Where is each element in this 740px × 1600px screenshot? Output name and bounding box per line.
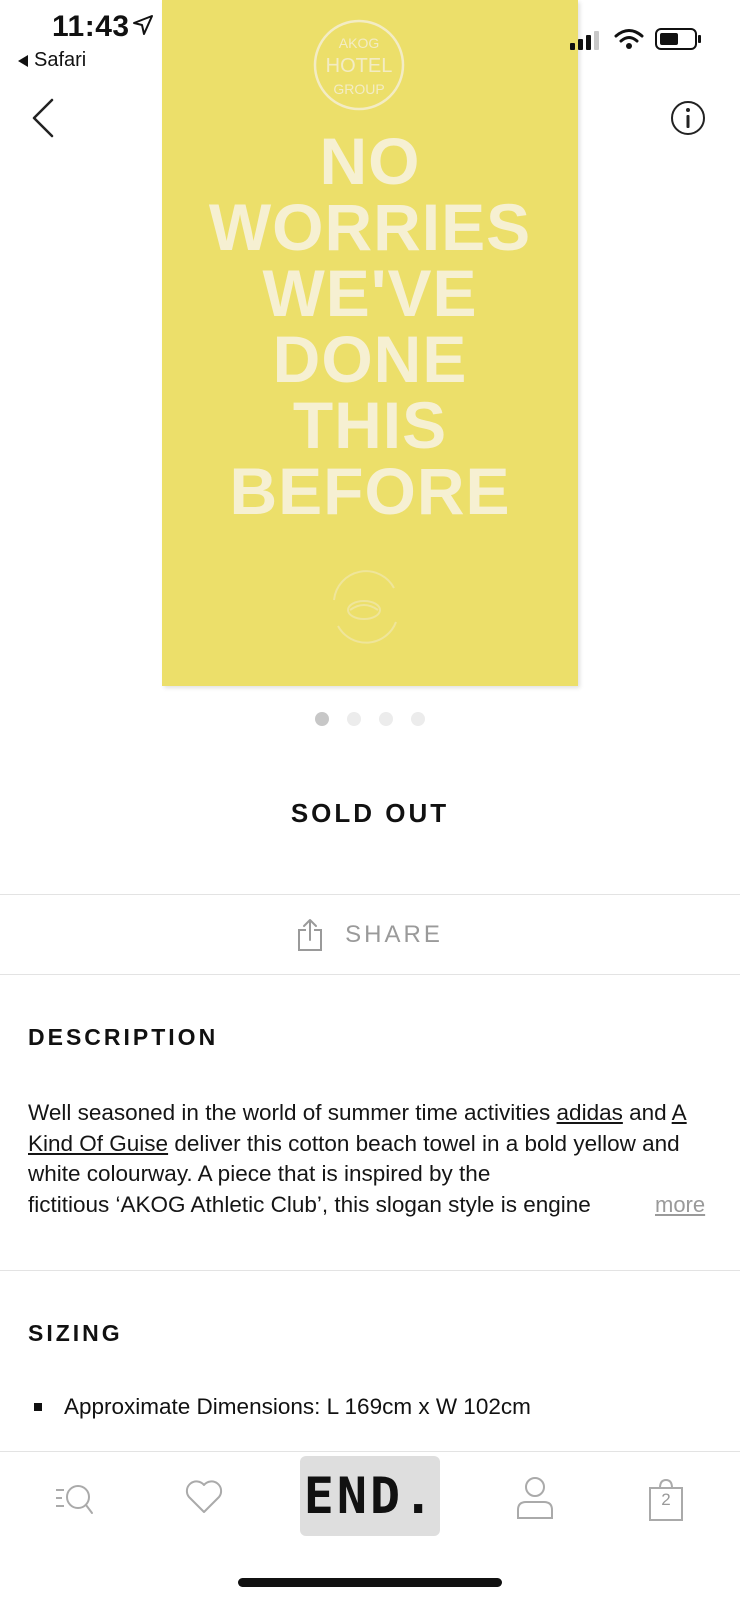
cellular-signal-icon: [570, 31, 599, 50]
sizing-list-item: Approximate Dimensions: L 169cm x W 102c…: [34, 1394, 531, 1420]
brand-link-adidas[interactable]: adidas: [557, 1100, 623, 1125]
description-text-part: Well seasoned in the world of summer tim…: [28, 1100, 557, 1125]
back-triangle-icon: [18, 54, 28, 67]
wifi-icon: [614, 29, 644, 49]
tab-bar: END. 2: [0, 1452, 740, 1546]
divider: [0, 1270, 740, 1271]
slogan-line: NO: [319, 124, 421, 198]
carousel-dots[interactable]: [0, 712, 740, 726]
slogan-line: BEFORE: [229, 454, 511, 528]
slogan-line: WE'VE: [262, 256, 478, 330]
bag-button[interactable]: 2: [648, 1478, 684, 1522]
battery-icon: [655, 28, 701, 50]
share-label: SHARE: [345, 921, 443, 948]
product-image[interactable]: AKOG HOTEL GROUP NO WORRIES WE'VE DONE T…: [162, 0, 578, 686]
svg-text:GROUP: GROUP: [333, 81, 384, 97]
bag-count-badge: 2: [661, 1490, 671, 1509]
slogan-line: THIS: [292, 388, 448, 462]
carousel-dot[interactable]: [347, 712, 361, 726]
end-home-button[interactable]: END.: [300, 1456, 440, 1536]
share-button[interactable]: SHARE: [0, 896, 740, 974]
brand-label: END.: [303, 1467, 437, 1525]
slogan-line: WORRIES: [208, 190, 532, 264]
carousel-dot-active[interactable]: [315, 712, 329, 726]
heart-icon[interactable]: [184, 1478, 224, 1516]
status-time: 11:43: [52, 10, 130, 43]
bullet: [34, 1403, 42, 1411]
description-text-part: fictitious ‘AKOG Athletic Club’, this sl…: [28, 1191, 591, 1217]
back-to-app[interactable]: Safari: [18, 49, 86, 72]
sizing-text: Approximate Dimensions: L 169cm x W 102c…: [64, 1394, 531, 1419]
more-link[interactable]: more: [655, 1192, 705, 1218]
slogan-line: DONE: [272, 322, 468, 396]
description-heading: DESCRIPTION: [28, 1024, 219, 1050]
sold-out-label: SOLD OUT: [290, 798, 450, 828]
back-chevron-icon[interactable]: [28, 96, 58, 140]
carousel-dot[interactable]: [379, 712, 393, 726]
divider: [0, 974, 740, 975]
location-arrow-icon: [133, 15, 153, 35]
towel-slogan: NO WORRIES WE'VE DONE THIS BEFORE: [162, 128, 578, 524]
description-text: Well seasoned in the world of summer tim…: [28, 1098, 714, 1220]
account-icon[interactable]: [516, 1476, 554, 1520]
divider: [0, 894, 740, 895]
back-app-label: Safari: [34, 49, 87, 71]
info-icon[interactable]: [670, 100, 706, 136]
carousel-dot[interactable]: [411, 712, 425, 726]
search-menu-icon[interactable]: [54, 1480, 94, 1518]
home-indicator: [238, 1578, 502, 1587]
share-icon: [298, 919, 323, 951]
description-text-part: and: [622, 1100, 672, 1125]
sizing-heading: SIZING: [28, 1320, 123, 1346]
club-crest-icon: [333, 570, 397, 644]
status-bar: 11:43 Safari: [0, 0, 740, 80]
